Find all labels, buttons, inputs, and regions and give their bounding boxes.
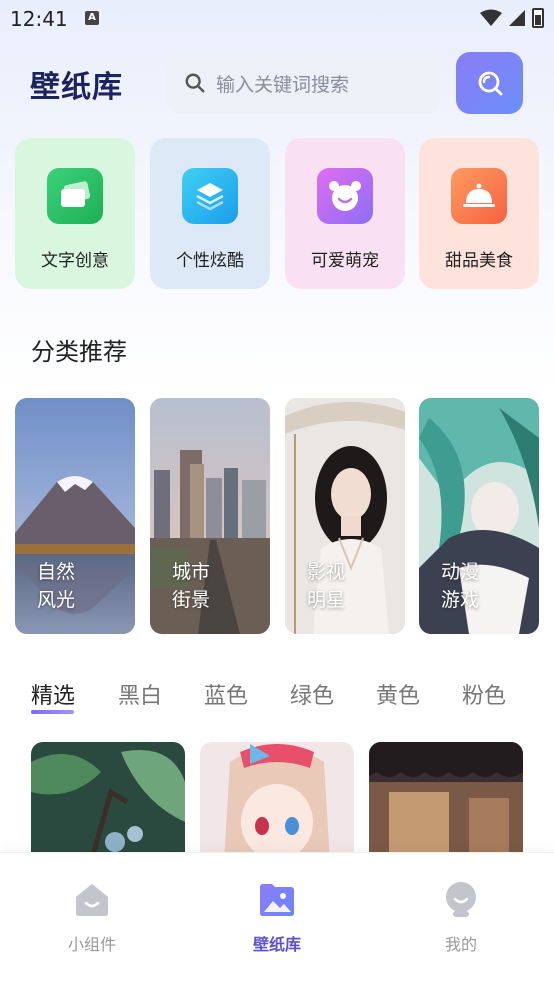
dish-icon (451, 168, 507, 224)
cards-icon (47, 168, 103, 224)
category-card-cool[interactable]: 个性炫酷 (150, 138, 270, 289)
gallery-icon (260, 884, 294, 916)
recommend-label: 自然 风光 (37, 561, 76, 611)
recommend-card-anime-games[interactable]: 动漫 游戏 (419, 398, 539, 634)
tab-yellow[interactable]: 黄色 (376, 678, 420, 710)
category-label: 可爱萌宠 (311, 251, 379, 271)
color-tabs: 精选 黑白 蓝色 绿色 黄色 粉色 (0, 678, 554, 718)
nav-label: 壁纸库 (252, 935, 301, 954)
leaves-image (31, 742, 185, 862)
tab-blue[interactable]: 蓝色 (204, 678, 248, 710)
category-label: 甜品美食 (445, 251, 513, 271)
category-card-text-creative[interactable]: 文字创意 (15, 138, 135, 289)
nav-item-widgets[interactable]: 小组件 (47, 881, 137, 955)
layers-icon (182, 168, 238, 224)
battery-icon (532, 8, 544, 28)
wallpaper-thumbnail[interactable] (31, 742, 185, 862)
tab-green[interactable]: 绿色 (290, 678, 334, 710)
status-time: 12:41 (10, 7, 68, 31)
search-placeholder: 输入关键词搜索 (216, 73, 350, 96)
nav-item-profile[interactable]: 我的 (416, 881, 506, 955)
bear-icon (317, 168, 373, 224)
wifi-icon (480, 9, 502, 26)
search-input[interactable]: 输入关键词搜索 (166, 52, 440, 114)
recommend-label: 影视 明星 (307, 561, 346, 611)
category-card-desserts[interactable]: 甜品美食 (419, 138, 539, 289)
search-icon (185, 73, 205, 93)
signal-icon (509, 10, 525, 26)
profile-icon (446, 882, 476, 917)
tab-featured[interactable]: 精选 (31, 678, 75, 710)
recommend-card-movie-stars[interactable]: 影视 明星 (285, 398, 405, 634)
app-title: 壁纸库 (30, 70, 123, 105)
wallpaper-thumbnail[interactable] (369, 742, 523, 862)
widget-icon (76, 884, 108, 916)
category-card-cute-pets[interactable]: 可爱萌宠 (285, 138, 405, 289)
category-label: 文字创意 (41, 251, 109, 271)
search-button[interactable] (456, 52, 523, 114)
status-bar: 12:41 A (0, 0, 554, 38)
bottom-nav: 小组件 壁纸库 我的 (0, 852, 554, 984)
search-icon (478, 71, 502, 96)
notification-icon: A (85, 11, 99, 25)
status-indicators (480, 8, 544, 28)
recommend-card-city[interactable]: 城市 街景 (150, 398, 270, 634)
tab-black-white[interactable]: 黑白 (118, 678, 162, 710)
anime-girl-image (200, 742, 354, 862)
recommend-label: 动漫 游戏 (441, 561, 480, 611)
nav-label: 小组件 (67, 935, 116, 954)
tab-indicator (31, 710, 74, 714)
nav-item-gallery[interactable]: 壁纸库 (232, 881, 322, 955)
nav-label: 我的 (444, 935, 477, 954)
recommend-label: 城市 街景 (172, 561, 211, 611)
section-title: 分类推荐 (31, 338, 127, 366)
room-image (369, 742, 523, 862)
recommend-card-nature[interactable]: 自然 风光 (15, 398, 135, 634)
wallpaper-thumbnail[interactable] (200, 742, 354, 862)
tab-pink[interactable]: 粉色 (462, 678, 506, 710)
category-label: 个性炫酷 (176, 251, 244, 271)
